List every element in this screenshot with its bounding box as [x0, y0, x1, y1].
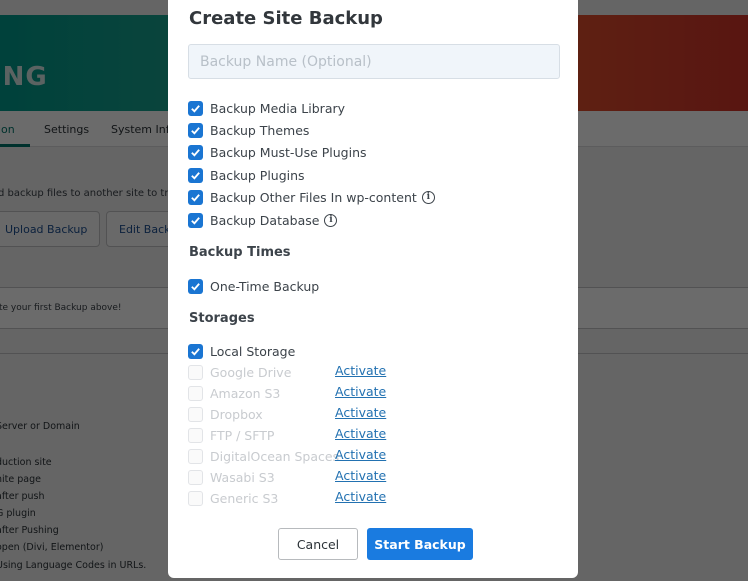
checkmark-icon	[191, 148, 200, 157]
option-label: Backup Media Library	[210, 100, 346, 116]
start-backup-button[interactable]: Start Backup	[367, 528, 473, 560]
checkbox-disabled	[188, 469, 203, 485]
option-label: Backup Plugins	[210, 167, 305, 183]
storage-dropbox: Dropbox	[188, 405, 263, 423]
checkbox-checked[interactable]	[188, 167, 203, 183]
checkmark-icon	[191, 104, 200, 113]
storage-ftp-sftp: FTP / SFTP	[188, 426, 274, 444]
option-one-time-backup[interactable]: One-Time Backup	[188, 277, 319, 295]
storage-label: Google Drive	[210, 364, 292, 380]
checkbox-disabled	[188, 406, 203, 422]
option-themes[interactable]: Backup Themes	[188, 121, 309, 139]
checkmark-icon	[191, 126, 200, 135]
storage-label: FTP / SFTP	[210, 427, 275, 443]
storage-amazon-s3: Amazon S3	[188, 384, 280, 402]
storage-digitalocean-spaces: DigitalOcean Spaces	[188, 447, 339, 465]
info-icon[interactable]: i	[421, 190, 435, 204]
checkbox-checked[interactable]	[188, 100, 203, 116]
option-label: Backup Must-Use Plugins	[210, 144, 367, 160]
activate-wasabi-s3-link[interactable]: Activate	[335, 468, 386, 483]
checkmark-icon	[191, 171, 200, 180]
backup-name-input[interactable]	[188, 44, 560, 79]
checkmark-icon	[191, 193, 200, 202]
option-database[interactable]: Backup Database i	[188, 211, 338, 229]
storage-generic-s3: Generic S3	[188, 489, 278, 507]
storage-google-drive: Google Drive	[188, 363, 291, 381]
activate-generic-s3-link[interactable]: Activate	[335, 489, 386, 504]
option-label: One-Time Backup	[210, 278, 320, 294]
option-plugins[interactable]: Backup Plugins	[188, 166, 305, 184]
checkbox-checked[interactable]	[188, 212, 203, 228]
option-label: Backup Themes	[210, 122, 310, 138]
create-backup-modal: Create Site Backup Backup Media Library …	[168, 0, 578, 578]
option-other-files[interactable]: Backup Other Files In wp-content i	[188, 188, 435, 206]
activate-google-drive-link[interactable]: Activate	[335, 363, 386, 378]
checkmark-icon	[191, 282, 200, 291]
checkbox-checked[interactable]	[188, 189, 203, 205]
info-icon[interactable]: i	[324, 213, 338, 227]
storages-heading: Storages	[189, 311, 255, 326]
checkbox-checked[interactable]	[188, 343, 203, 359]
activate-dropbox-link[interactable]: Activate	[335, 405, 386, 420]
checkbox-disabled	[188, 364, 203, 380]
checkbox-disabled	[188, 490, 203, 506]
storage-local[interactable]: Local Storage	[188, 342, 295, 360]
option-label: Backup Database	[210, 212, 320, 228]
storage-label: Dropbox	[210, 406, 263, 422]
modal-title: Create Site Backup	[189, 8, 383, 29]
checkmark-icon	[191, 216, 200, 225]
checkbox-disabled	[188, 427, 203, 443]
activate-amazon-s3-link[interactable]: Activate	[335, 384, 386, 399]
option-must-use-plugins[interactable]: Backup Must-Use Plugins	[188, 143, 367, 161]
checkmark-icon	[191, 347, 200, 356]
checkbox-checked[interactable]	[188, 144, 203, 160]
storage-label: DigitalOcean Spaces	[210, 448, 340, 464]
activate-ftp-sftp-link[interactable]: Activate	[335, 426, 386, 441]
option-label: Backup Other Files In wp-content	[210, 189, 417, 205]
checkbox-disabled	[188, 385, 203, 401]
checkbox-checked[interactable]	[188, 278, 203, 294]
storage-wasabi-s3: Wasabi S3	[188, 468, 275, 486]
backup-times-heading: Backup Times	[189, 245, 291, 260]
storage-label: Generic S3	[210, 490, 279, 506]
option-media-library[interactable]: Backup Media Library	[188, 99, 345, 117]
cancel-button[interactable]: Cancel	[278, 528, 358, 560]
checkbox-disabled	[188, 448, 203, 464]
checkbox-checked[interactable]	[188, 122, 203, 138]
storage-label: Amazon S3	[210, 385, 281, 401]
storage-label: Local Storage	[210, 343, 296, 359]
activate-digitalocean-spaces-link[interactable]: Activate	[335, 447, 386, 462]
storage-label: Wasabi S3	[210, 469, 275, 485]
